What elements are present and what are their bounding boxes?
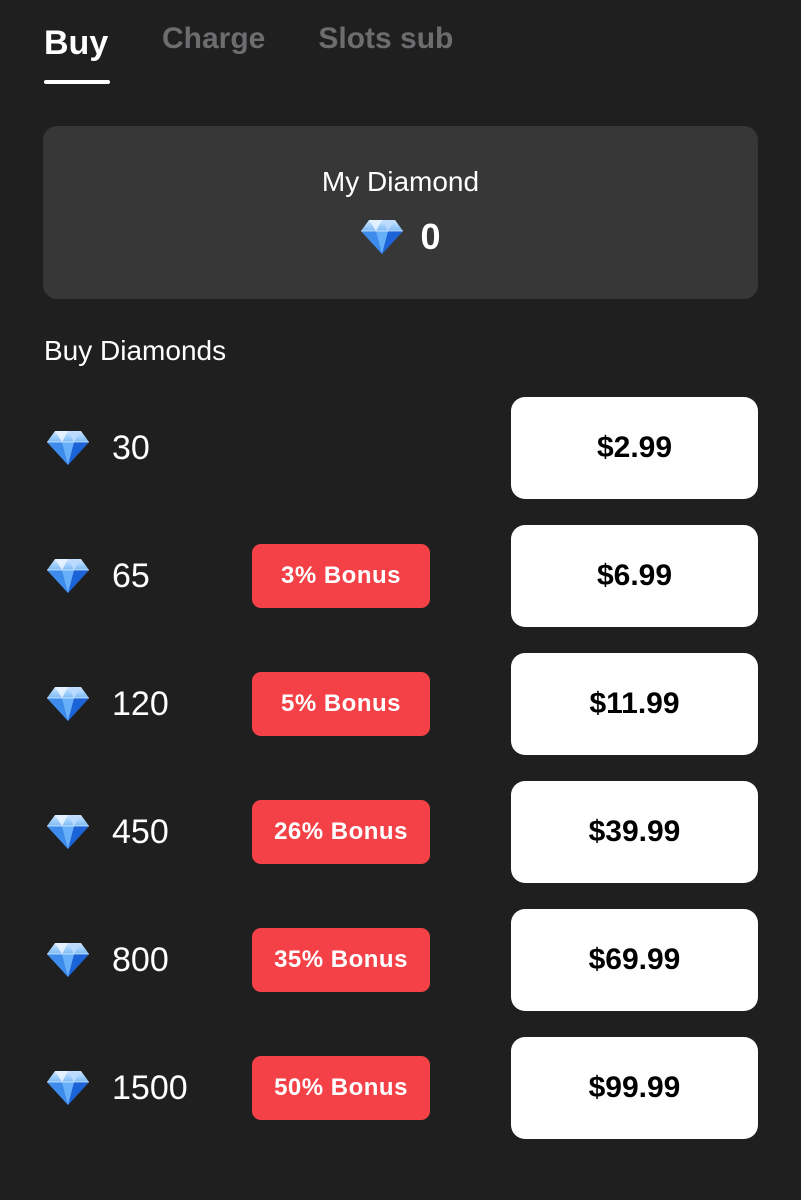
diamond-package-list: 30 $2.99 65 3% Bonus $6.99 120 5% Bonus … [0,397,801,1165]
bonus-badge: 26% Bonus [252,800,430,864]
package-row-800: 800 35% Bonus $69.99 [0,909,801,1011]
diamond-balance-card: My Diamond 0 [43,126,758,299]
package-row-65: 65 3% Bonus $6.99 [0,525,801,627]
bonus-badge: 50% Bonus [252,1056,430,1120]
section-title-buy-diamonds: Buy Diamonds [44,335,227,366]
price-button-69.99[interactable]: $69.99 [511,909,758,1011]
balance-title: My Diamond [321,166,480,197]
diamond-icon [47,559,89,593]
diamond-icon [47,943,89,977]
price-button-39.99[interactable]: $39.99 [511,781,758,883]
balance-line: 0 [43,216,758,258]
bonus-badge: 3% Bonus [252,544,430,608]
package-amount: 800 [112,941,169,979]
bonus-badge: 5% Bonus [252,672,430,736]
diamond-icon [47,1071,89,1105]
price-button-11.99[interactable]: $11.99 [511,653,758,755]
tab-bar: Buy Charge Slots sub [44,0,453,84]
package-row-1500: 1500 50% Bonus $99.99 [0,1037,801,1139]
package-row-120: 120 5% Bonus $11.99 [0,653,801,755]
diamond-icon [47,687,89,721]
package-amount: 30 [112,429,150,467]
price-button-99.99[interactable]: $99.99 [511,1037,758,1139]
package-amount: 450 [112,813,169,851]
package-row-30: 30 $2.99 [0,397,801,499]
price-button-6.99[interactable]: $6.99 [511,525,758,627]
package-amount: 120 [112,685,169,723]
tab-charge[interactable]: Charge [162,0,265,84]
diamond-balance-value: 0 [420,216,441,257]
price-button-2.99[interactable]: $2.99 [511,397,758,499]
diamond-icon [361,220,404,254]
bonus-badge: 35% Bonus [252,928,430,992]
tab-slots-sub[interactable]: Slots sub [318,0,453,84]
package-row-450: 450 26% Bonus $39.99 [0,781,801,883]
package-amount: 1500 [112,1069,188,1107]
package-amount: 65 [112,557,150,595]
diamond-icon [47,815,89,849]
diamond-icon [47,431,89,465]
tab-buy[interactable]: Buy [44,0,110,84]
